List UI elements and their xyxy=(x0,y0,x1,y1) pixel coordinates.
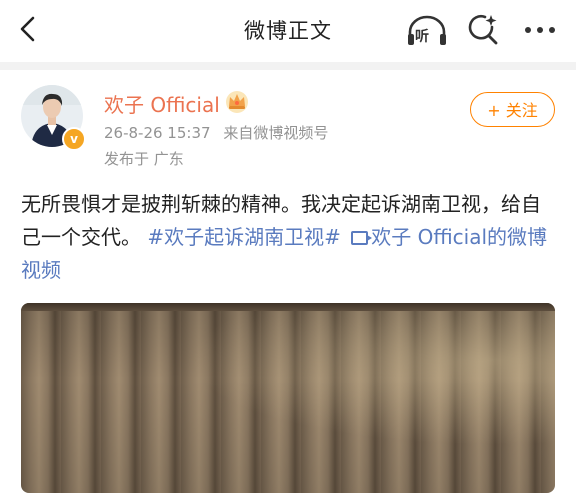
video-link-icon xyxy=(351,231,373,245)
hashtag-link[interactable]: #欢子起诉湖南卫视# xyxy=(147,225,341,249)
back-arrow-icon[interactable] xyxy=(14,14,44,44)
post-date: 26-8-26 15:37 xyxy=(104,124,211,142)
username[interactable]: 欢子 Official xyxy=(104,89,220,118)
search-icon xyxy=(468,15,498,45)
more-options-button[interactable] xyxy=(520,12,560,48)
post-meta: 26-8-26 15:37 来自微博视频号 xyxy=(104,122,336,143)
post-location: 发布于 广东 xyxy=(104,150,184,168)
follow-button[interactable]: + 关注 xyxy=(470,92,555,127)
header-divider xyxy=(0,62,576,70)
video-player[interactable] xyxy=(21,303,555,493)
verified-badge-icon: v xyxy=(62,127,86,151)
search-button[interactable] xyxy=(465,12,501,48)
post-source[interactable]: 来自微博视频号 xyxy=(223,124,328,142)
more-dots-icon xyxy=(525,27,555,33)
top-nav-bar: 微博正文 听 xyxy=(0,0,576,62)
listen-button[interactable]: 听 xyxy=(405,12,449,50)
listen-label: 听 xyxy=(415,29,429,45)
crown-icon xyxy=(224,88,250,114)
post-text: 无所畏惧才是披荆斩棘的精神。我决定起诉湖南卫视，给自己一个交代。 #欢子起诉湖南… xyxy=(21,188,557,287)
